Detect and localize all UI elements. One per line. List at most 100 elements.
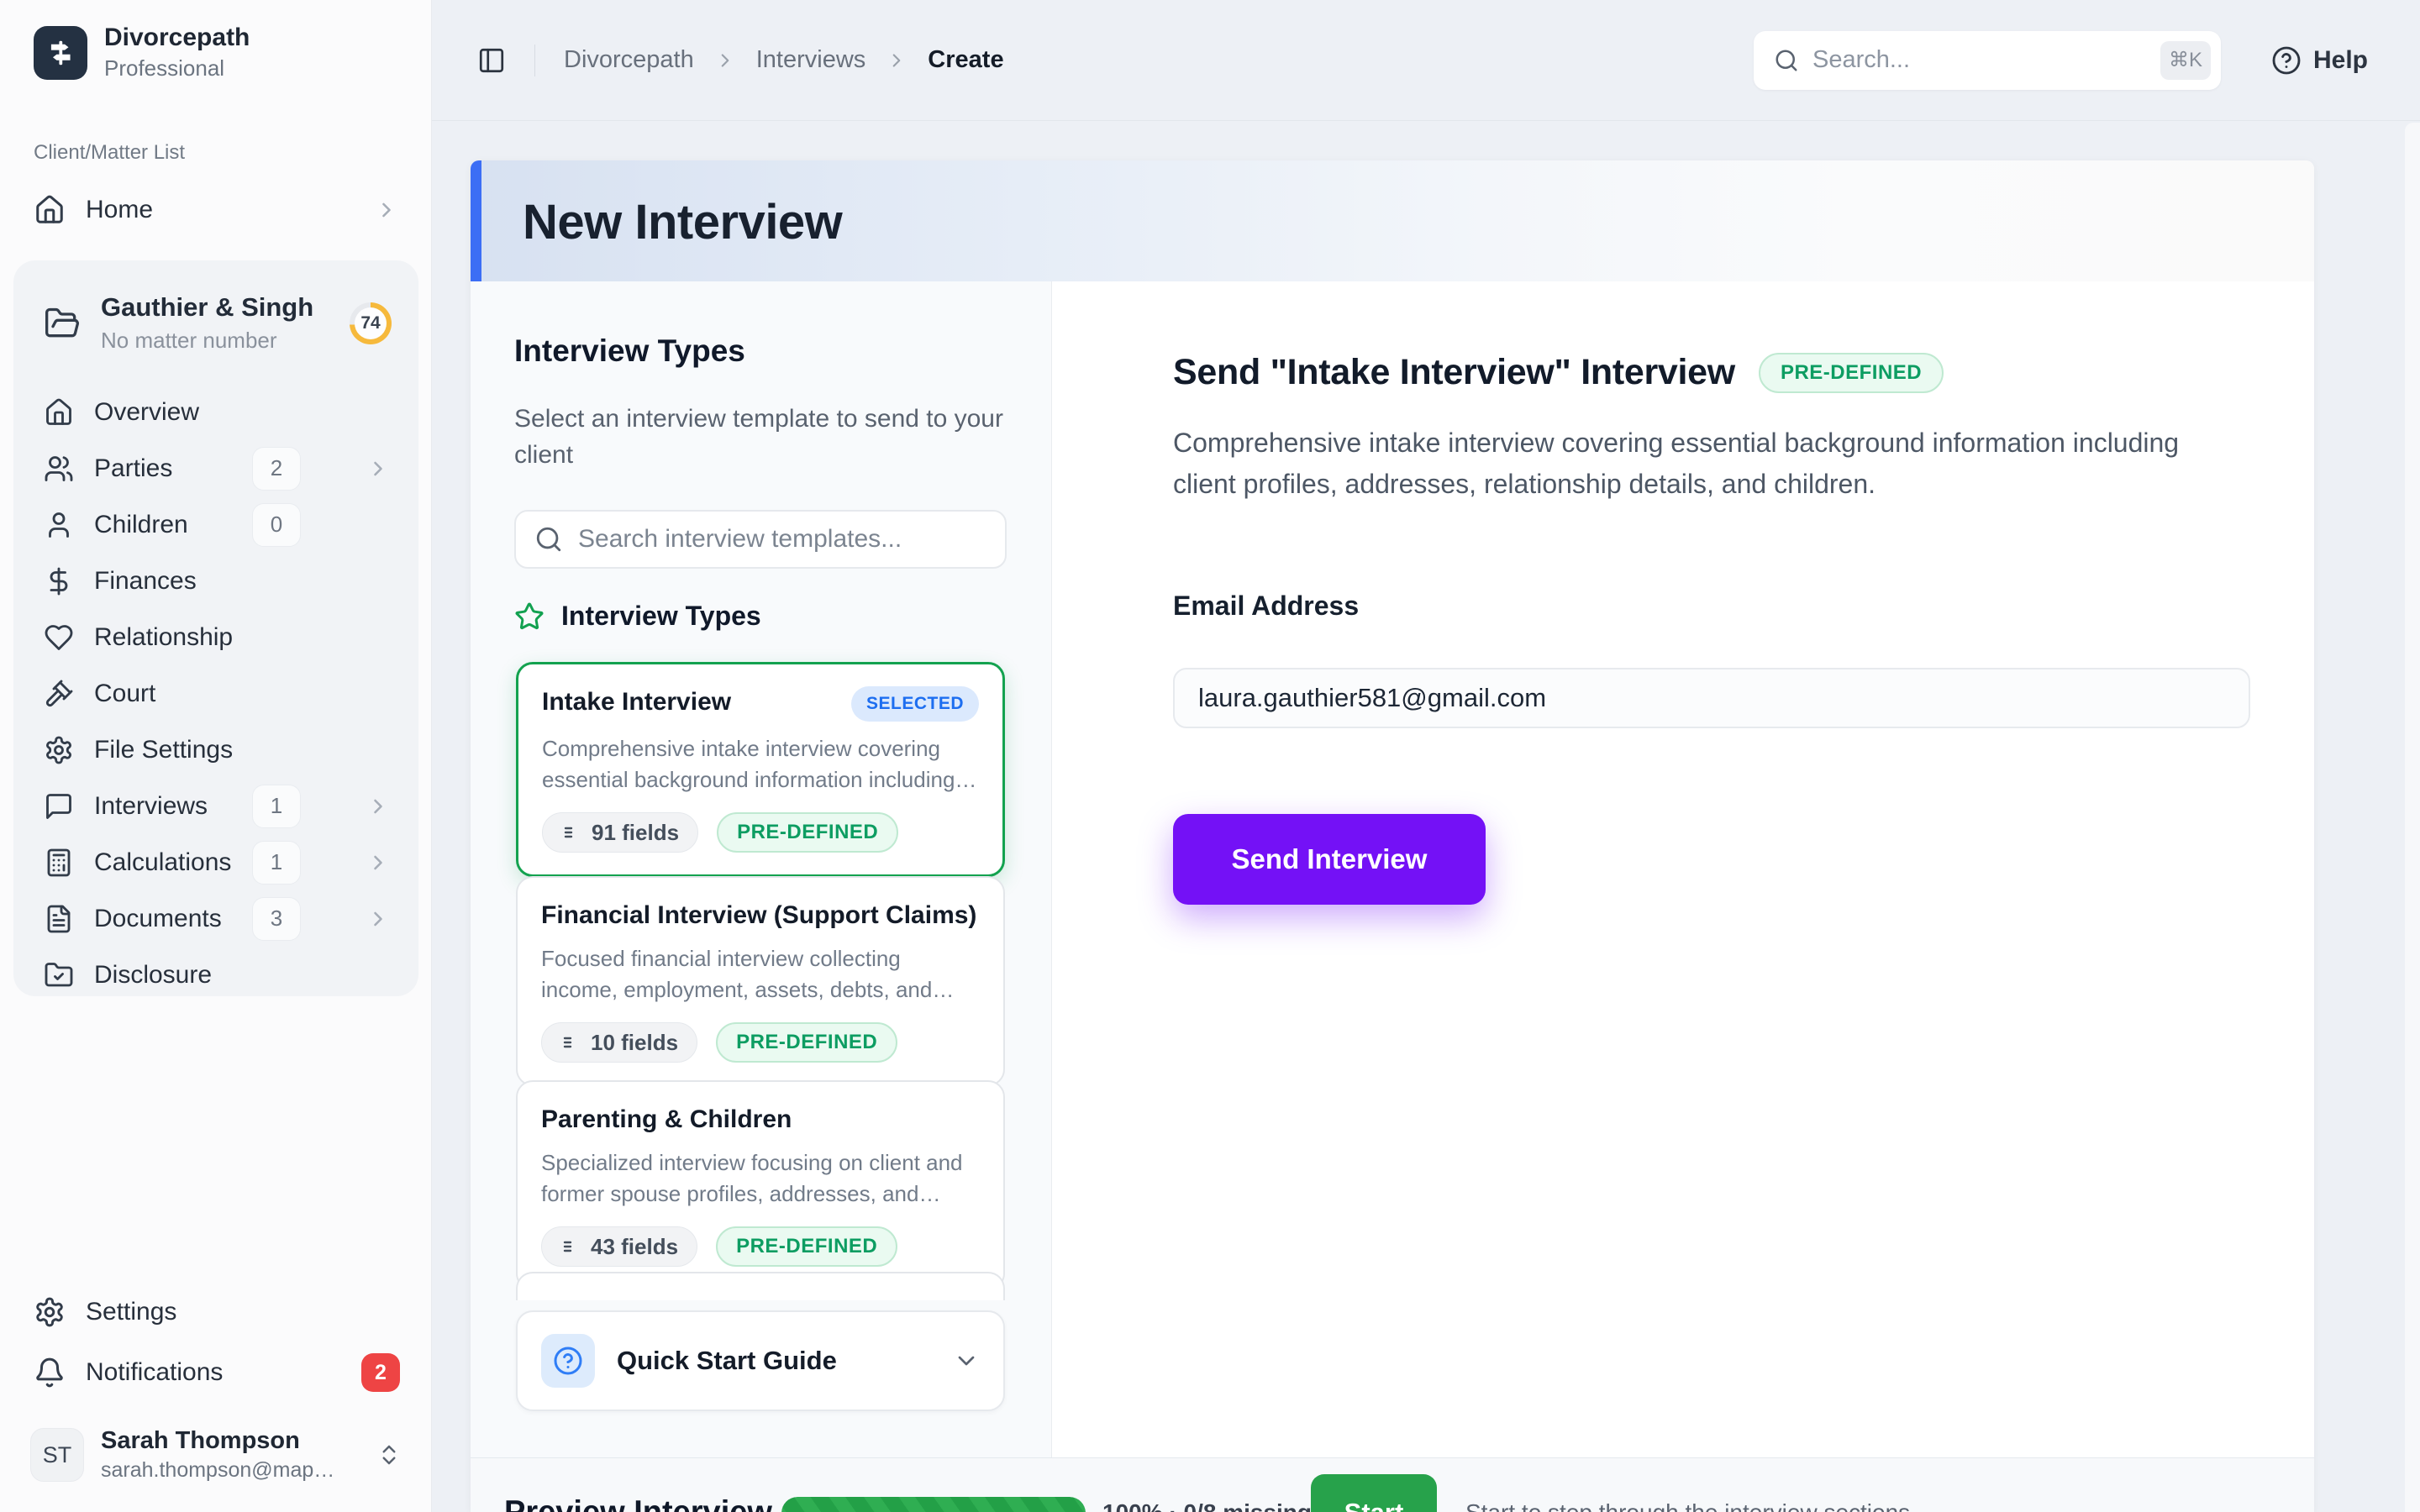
sidebar-item-relationship[interactable]: Relationship xyxy=(27,609,405,665)
interview-types-panel: Interview Types Select an interview temp… xyxy=(471,281,1052,1457)
sidebar-item-overview[interactable]: Overview xyxy=(27,384,405,440)
sidebar-item-settings[interactable]: Settings xyxy=(18,1280,413,1344)
users-icon xyxy=(44,454,74,484)
sidebar-item-home[interactable]: Home xyxy=(18,178,413,242)
sidebar-item-file-settings[interactable]: File Settings xyxy=(27,722,405,778)
sidebar-item-notifications[interactable]: Notifications 2 xyxy=(18,1341,413,1404)
sidebar: Divorcepath Professional Client/Matter L… xyxy=(0,0,432,1512)
send-interview-button[interactable]: Send Interview xyxy=(1173,814,1486,905)
parties-count-badge: 2 xyxy=(252,447,301,491)
sidebar-item-interviews[interactable]: Interviews 1 xyxy=(27,778,405,834)
bell-icon xyxy=(34,1357,66,1389)
send-panel-description: Comprehensive intake interview covering … xyxy=(1173,423,2240,505)
fields-count-label: 43 fields xyxy=(591,1234,678,1260)
sidebar-toggle-button[interactable] xyxy=(477,46,506,75)
sidebar-item-calculations[interactable]: Calculations 1 xyxy=(27,834,405,890)
template-title: Intake Interview xyxy=(542,686,731,718)
sidebar-item-label: Finances xyxy=(94,567,197,596)
global-search-input[interactable]: Search... ⌘K xyxy=(1754,31,2221,90)
breadcrumb-current: Create xyxy=(928,46,1003,74)
calculator-icon xyxy=(44,848,74,878)
pre-defined-tag: PRE-DEFINED xyxy=(716,1226,897,1267)
list-heading-label: Interview Types xyxy=(561,601,761,632)
home-icon xyxy=(34,194,66,226)
calculations-count-badge: 1 xyxy=(252,841,301,885)
breadcrumb-interviews[interactable]: Interviews xyxy=(756,46,866,74)
list-icon xyxy=(560,1032,581,1053)
preview-interview-label: Preview Interview xyxy=(504,1494,772,1512)
chevron-right-icon xyxy=(366,795,390,818)
sidebar-item-disclosure[interactable]: Disclosure xyxy=(27,947,405,1003)
client-header[interactable]: Gauthier & Singh No matter number 74 xyxy=(27,277,405,365)
breadcrumb-home[interactable]: Divorcepath xyxy=(564,46,694,74)
documents-count-badge: 3 xyxy=(252,897,301,941)
sidebar-item-label: Settings xyxy=(86,1298,176,1326)
message-square-icon xyxy=(44,791,74,822)
brand: Divorcepath Professional xyxy=(34,24,250,81)
sidebar-item-label: Overview xyxy=(94,398,199,427)
template-description: Focused financial interview collecting i… xyxy=(541,943,980,1005)
sidebar-item-documents[interactable]: Documents 3 xyxy=(27,890,405,947)
search-icon xyxy=(1774,48,1799,73)
sidebar-item-children[interactable]: Children 0 xyxy=(27,496,405,553)
client-nav: Overview Parties 2 Children 0 xyxy=(27,384,405,1003)
search-shortcut-badge: ⌘K xyxy=(2160,41,2211,80)
list-icon xyxy=(561,822,581,843)
email-field[interactable] xyxy=(1173,668,2250,728)
panel-heading: Interview Types xyxy=(514,333,745,369)
user-email: sarah.thompson@maplele… xyxy=(101,1458,336,1483)
panel-description: Select an interview template to send to … xyxy=(514,401,1010,473)
chevron-right-icon xyxy=(366,907,390,931)
fields-count-pill: 43 fields xyxy=(541,1226,697,1267)
interviews-count-badge: 1 xyxy=(252,785,301,828)
search-icon xyxy=(534,525,563,554)
gear-icon xyxy=(44,735,74,765)
divorcepath-logo-icon xyxy=(34,26,87,80)
chevron-right-icon xyxy=(375,198,398,222)
gavel-icon xyxy=(44,679,74,709)
sidebar-item-finances[interactable]: Finances xyxy=(27,553,405,609)
help-button[interactable]: Help xyxy=(2271,45,2368,76)
template-search-input[interactable]: Search interview templates... xyxy=(514,510,1007,569)
sidebar-item-label: Calculations xyxy=(94,848,231,877)
chevron-right-icon xyxy=(714,50,736,71)
sidebar-item-label: Court xyxy=(94,680,155,708)
brand-tier: Professional xyxy=(104,55,250,81)
client-progress-value: 74 xyxy=(355,307,387,339)
template-card-intake-interview[interactable]: Intake Interview SELECTED Comprehensive … xyxy=(516,662,1005,877)
file-text-icon xyxy=(44,904,74,934)
start-button[interactable]: Start xyxy=(1311,1474,1437,1512)
sidebar-item-parties[interactable]: Parties 2 xyxy=(27,440,405,496)
help-circle-icon xyxy=(541,1334,595,1388)
scrollbar-track[interactable] xyxy=(2405,123,2420,1512)
chevron-right-icon xyxy=(366,851,390,874)
email-address-label: Email Address xyxy=(1173,591,1359,622)
chevron-right-icon xyxy=(366,457,390,480)
heart-icon xyxy=(44,622,74,653)
content-card: New Interview Interview Types Select an … xyxy=(471,160,2314,1512)
fields-count-pill: 10 fields xyxy=(541,1022,697,1063)
chevrons-up-down-icon xyxy=(376,1442,402,1467)
header-accent-bar xyxy=(471,160,481,281)
quick-start-guide[interactable]: Quick Start Guide xyxy=(516,1310,1005,1411)
pre-defined-tag: PRE-DEFINED xyxy=(1759,353,1944,393)
template-card-financial-interview[interactable]: Financial Interview (Support Claims) Foc… xyxy=(516,876,1005,1086)
sidebar-item-court[interactable]: Court xyxy=(27,665,405,722)
interview-progress-fill xyxy=(781,1497,1086,1512)
selected-badge: SELECTED xyxy=(851,686,979,722)
notifications-count-badge: 2 xyxy=(361,1353,400,1392)
send-interview-panel: Send "Intake Interview" Interview PRE-DE… xyxy=(1053,281,2314,1457)
client-subtitle: No matter number xyxy=(101,328,329,354)
sidebar-item-label: Relationship xyxy=(94,623,233,652)
client-matter-group: Gauthier & Singh No matter number 74 Ove… xyxy=(13,260,418,996)
start-hint: Start to step through the interview sect… xyxy=(1465,1499,1910,1512)
template-card-parenting-children[interactable]: Parenting & Children Specialized intervi… xyxy=(516,1080,1005,1290)
template-description: Specialized interview focusing on client… xyxy=(541,1147,980,1210)
sidebar-item-label: Interviews xyxy=(94,792,208,821)
template-card-partial[interactable] xyxy=(516,1272,1005,1300)
user-menu[interactable]: ST Sarah Thompson sarah.thompson@maplele… xyxy=(18,1416,413,1494)
search-placeholder: Search... xyxy=(1812,46,2147,74)
client-progress-ring: 74 xyxy=(350,302,392,344)
sidebar-item-label: File Settings xyxy=(94,736,233,764)
star-icon xyxy=(514,601,544,632)
